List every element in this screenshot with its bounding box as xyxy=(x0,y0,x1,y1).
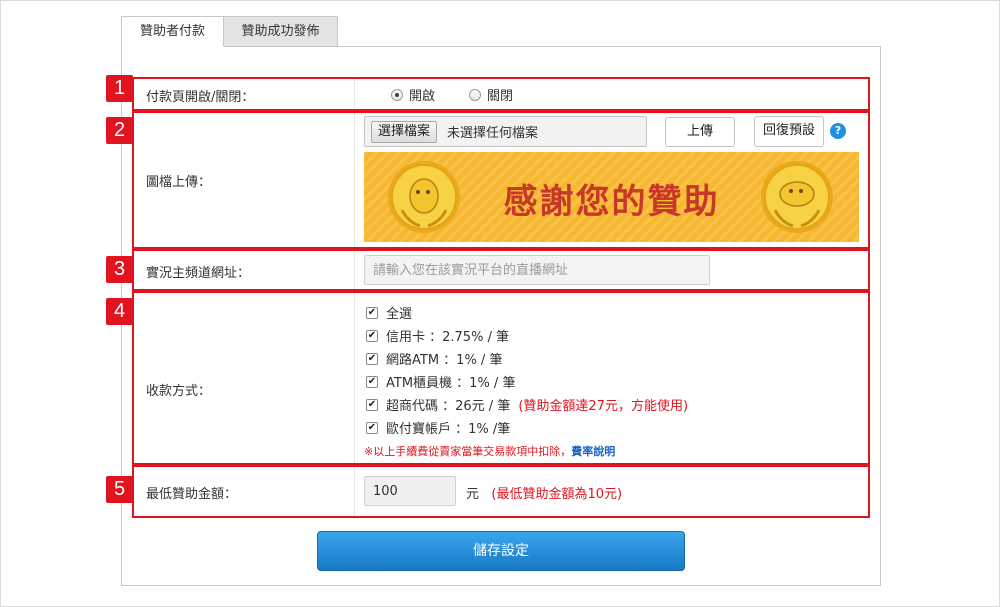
channel-url-input[interactable] xyxy=(364,255,710,285)
file-input[interactable]: 選擇檔案 未選擇任何檔案 xyxy=(364,116,647,147)
row-divider xyxy=(354,251,355,289)
badge-1: 1 xyxy=(106,75,133,102)
check-atm-teller[interactable]: ✔ ATM櫃員機 ：1% / 筆 xyxy=(366,372,515,391)
sponsor-banner-image: 感謝您的贊助 xyxy=(364,152,859,242)
checkbox[interactable]: ✔ xyxy=(366,306,378,319)
badge-3: 3 xyxy=(106,256,133,283)
method-label: 信用卡 ：2.75% / 筆 xyxy=(386,330,510,345)
min-amount-unit: 元 (最低贊助金額為10元) xyxy=(466,483,622,502)
reset-default-button[interactable]: 回復預設 xyxy=(754,116,824,147)
radio-close-label: 關閉 xyxy=(487,89,514,104)
check-convenience-store[interactable]: ✔ 超商代碼 ：26元 / 筆 (贊助金額達27元，方能使用) xyxy=(366,395,688,414)
badge-4: 4 xyxy=(106,298,133,325)
radio-close-dot[interactable] xyxy=(469,88,481,101)
fee-note-text: ※以上手續費從賣家當筆交易款項中扣除， xyxy=(364,445,572,458)
tab-sponsor-payment[interactable]: 贊助者付款 xyxy=(121,16,224,47)
choose-file-button[interactable]: 選擇檔案 xyxy=(371,121,438,143)
badge-5: 5 xyxy=(106,476,133,503)
checkbox[interactable]: ✔ xyxy=(366,375,378,388)
tab-sponsor-success[interactable]: 贊助成功發佈 xyxy=(223,16,338,47)
radio-open[interactable]: 開啟 xyxy=(391,85,435,104)
method-label: 歐付寶帳戶 ：1% /筆 xyxy=(386,422,511,437)
payment-methods-label: 收款方式： xyxy=(146,384,212,399)
method-label: 全選 xyxy=(386,307,413,322)
unit-label: 元 xyxy=(466,487,480,502)
file-status: 未選擇任何檔案 xyxy=(447,126,539,141)
row-divider xyxy=(354,79,355,109)
check-select-all[interactable]: ✔ 全選 xyxy=(366,303,412,322)
row-divider xyxy=(354,467,355,516)
row-divider xyxy=(354,113,355,247)
upload-button[interactable]: 上傳 xyxy=(665,117,735,147)
save-settings-button[interactable]: 儲存設定 xyxy=(317,531,685,571)
radio-open-label: 開啟 xyxy=(409,89,436,104)
checkbox[interactable]: ✔ xyxy=(366,329,378,342)
badge-2: 2 xyxy=(106,117,133,144)
fee-note: ※以上手續費從賣家當筆交易款項中扣除，費率說明 xyxy=(364,443,615,459)
help-icon[interactable]: ? xyxy=(830,123,846,139)
checkbox[interactable]: ✔ xyxy=(366,352,378,365)
channel-url-label: 實況主頻道網址： xyxy=(146,266,251,281)
method-label: ATM櫃員機 ：1% / 筆 xyxy=(386,376,516,391)
checkbox[interactable]: ✔ xyxy=(366,421,378,434)
banner-text: 感謝您的贊助 xyxy=(503,182,720,222)
image-upload-label: 圖檔上傳： xyxy=(146,175,212,190)
radio-close[interactable]: 關閉 xyxy=(469,85,513,104)
method-label: 網路ATM ：1% / 筆 xyxy=(386,353,503,368)
payment-page-label: 付款頁開啟/關閉： xyxy=(146,90,255,105)
check-web-atm[interactable]: ✔ 網路ATM ：1% / 筆 xyxy=(366,349,502,368)
min-amount-input[interactable] xyxy=(364,476,456,506)
check-allpay-account[interactable]: ✔ 歐付寶帳戶 ：1% /筆 xyxy=(366,418,510,437)
min-amount-note: (最低贊助金額為10元) xyxy=(491,487,623,502)
min-amount-label: 最低贊助金額： xyxy=(146,487,238,502)
checkbox[interactable]: ✔ xyxy=(366,398,378,411)
radio-open-dot[interactable] xyxy=(391,88,403,101)
method-note: (贊助金額達27元，方能使用) xyxy=(518,399,689,414)
fee-link[interactable]: 費率說明 xyxy=(571,445,615,458)
method-label: 超商代碼 ：26元 / 筆 xyxy=(386,399,511,414)
check-credit-card[interactable]: ✔ 信用卡 ：2.75% / 筆 xyxy=(366,326,509,345)
row-divider xyxy=(354,293,355,463)
